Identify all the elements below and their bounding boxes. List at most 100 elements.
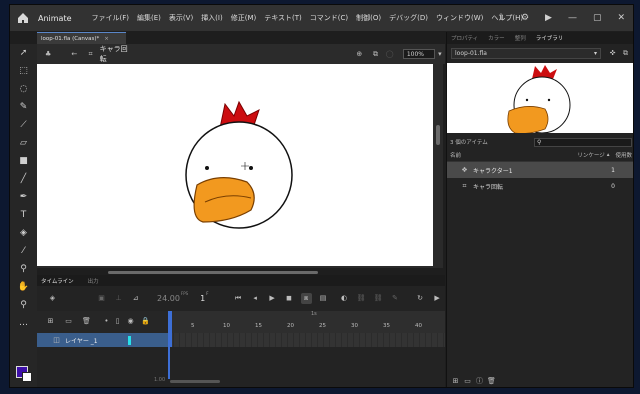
column-name[interactable]: 名前 [450,151,461,159]
timeline-play-icon[interactable]: ▶ [432,293,443,304]
stage-vertical-scrollbar[interactable] [436,125,440,145]
tab-output[interactable]: 出力 [88,277,99,285]
visibility-icon[interactable]: ◉ [125,315,136,326]
settings-icon[interactable]: ⚙ [521,13,529,23]
tab-properties[interactable]: プロパティ [451,34,478,42]
loop-icon[interactable]: ↻ [415,293,426,304]
pin-icon[interactable]: ⚲ [10,260,37,278]
zoom-field[interactable]: 100% [402,49,435,59]
unlink-icon: ⛓ [373,294,383,302]
frame-view-icon[interactable]: ▤ [318,293,329,304]
scene-icon[interactable]: ♣ [43,49,53,60]
layers-icon[interactable]: ◈ [47,293,58,304]
tab-library[interactable]: ライブラリ [536,34,564,42]
new-folder-icon[interactable]: ▭ [462,375,473,386]
paint-bucket-icon[interactable]: ◈ [10,224,37,242]
menu-text[interactable]: テキスト(T) [260,13,306,23]
scene-label[interactable]: キャラ回転 [100,44,133,64]
layer-frames[interactable] [168,333,445,347]
library-item[interactable]: ❖ キャラクター1 1 [447,162,633,178]
tab-color[interactable]: カラー [488,34,505,42]
eraser-icon[interactable]: ▱ [10,134,37,152]
add-layer-icon[interactable]: ⊞ [45,315,56,326]
new-symbol-icon[interactable]: ⊞ [450,375,461,386]
menu-modify[interactable]: 修正(M) [227,13,261,23]
new-library-icon[interactable]: ⧉ [620,48,631,59]
document-tab[interactable]: loop-01.fla (Canvas)* × [37,32,126,44]
home-icon[interactable] [12,7,34,29]
outline-icon[interactable]: ▯ [112,315,123,326]
lasso-icon[interactable]: ◌ [10,80,37,98]
fill-color-swatch[interactable] [22,372,32,382]
playhead[interactable] [168,311,172,333]
library-file-select[interactable]: loop-01.fla ▾ [451,47,601,59]
menu-file[interactable]: ファイル(F) [88,13,134,23]
back-arrow-icon[interactable]: ← [69,49,79,60]
ruler-top-mark: 1s [311,311,317,317]
lock-icon[interactable]: 🔒 [140,315,151,326]
symbol-icon: ⌗ [88,49,93,58]
layer-name[interactable]: レイヤー _1 [65,336,98,345]
tab-align[interactable]: 整列 [515,34,526,42]
close-icon[interactable]: ✕ [617,13,625,23]
menu-insert[interactable]: 挿入(I) [197,13,227,23]
chevron-down-icon[interactable]: ▾ [435,49,445,60]
frame-value[interactable]: 1 [200,294,205,303]
share-icon[interactable]: ⇪ [497,13,505,23]
menu-commands[interactable]: コマンド(C) [306,13,352,23]
folder-icon[interactable]: ▭ [63,315,74,326]
eyedropper-icon[interactable]: ⁄ [10,242,37,260]
maximize-icon[interactable]: ▢ [593,13,602,23]
pencil-icon[interactable]: ✎ [10,98,37,116]
menu-debug[interactable]: デバッグ(D) [385,13,432,23]
library-search-input[interactable]: ⚲ [534,137,632,147]
test-movie-icon[interactable]: ▶ [545,13,552,23]
delete-icon[interactable]: 🗑 [486,375,497,386]
ruler-mark: 20 [287,323,294,329]
menu-edit[interactable]: 編集(E) [133,13,165,23]
zoom-icon[interactable]: ⚲ [10,296,37,314]
properties-icon[interactable]: ⓘ [474,375,485,386]
character-artwork[interactable] [37,64,433,266]
step-back-icon[interactable]: ⏮ [233,293,244,304]
menu-control[interactable]: 制御(O) [352,13,385,23]
more-tools-icon[interactable]: … [10,314,37,332]
timeline-tabs: タイムライン 出力 [37,275,445,286]
onion-skin-icon[interactable]: ⧈ [300,292,312,304]
selection-tool-icon[interactable]: ➚ [10,44,37,62]
close-tab-icon[interactable]: × [104,36,109,42]
frame-ruler[interactable]: 1s 5 10 15 20 25 30 35 40 [168,311,445,333]
hand-icon[interactable]: ✋ [10,278,37,296]
text-tool-icon[interactable]: T [10,206,37,224]
prev-frame-icon[interactable]: ◂ [250,293,261,304]
menu-view[interactable]: 表示(V) [165,13,197,23]
stage-canvas[interactable] [37,64,433,266]
brush-icon[interactable]: ⟋ [10,116,37,134]
column-linkage[interactable]: リンケージ [577,151,604,159]
library-item[interactable]: ⌗ キャラ回転 0 [447,178,633,194]
pen-icon[interactable]: ✒ [10,188,37,206]
stage-horizontal-scrollbar[interactable] [108,271,318,274]
layer-color-marker[interactable] [127,335,131,345]
rectangle-icon[interactable]: ■ [10,152,37,170]
dot-icon[interactable]: • [101,315,112,326]
clip-content-icon[interactable]: ⧉ [370,49,380,60]
center-stage-icon[interactable]: ⊕ [354,49,364,60]
fps-value[interactable]: 24.00 [157,294,180,303]
window-controls: ⇪ ⚙ ▶ — ▢ ✕ [497,5,633,31]
tools-panel: ➚ ⬚ ◌ ✎ ⟋ ▱ ■ ╱ ✒ T ◈ ⁄ ⚲ ✋ ⚲ … [10,44,37,387]
free-transform-icon[interactable]: ⬚ [10,62,37,80]
pin-library-icon[interactable]: ✜ [607,48,618,59]
line-icon[interactable]: ╱ [10,170,37,188]
timeline-scrollbar[interactable] [170,380,220,383]
menu-window[interactable]: ウィンドウ(W) [432,13,487,23]
layer-row[interactable]: ◫ レイヤー _1 [37,333,445,347]
graph-icon[interactable]: ⊿ [130,293,141,304]
minimize-icon[interactable]: — [568,13,577,23]
tween-icon[interactable]: ◐ [339,293,350,304]
delete-layer-icon[interactable]: 🗑 [81,315,92,326]
play-icon[interactable]: ▶ [267,293,278,304]
column-usage[interactable]: 使用数 [615,151,632,159]
tab-timeline[interactable]: タイムライン [41,277,74,285]
insert-keyframe-icon[interactable]: ◼ [284,293,295,304]
